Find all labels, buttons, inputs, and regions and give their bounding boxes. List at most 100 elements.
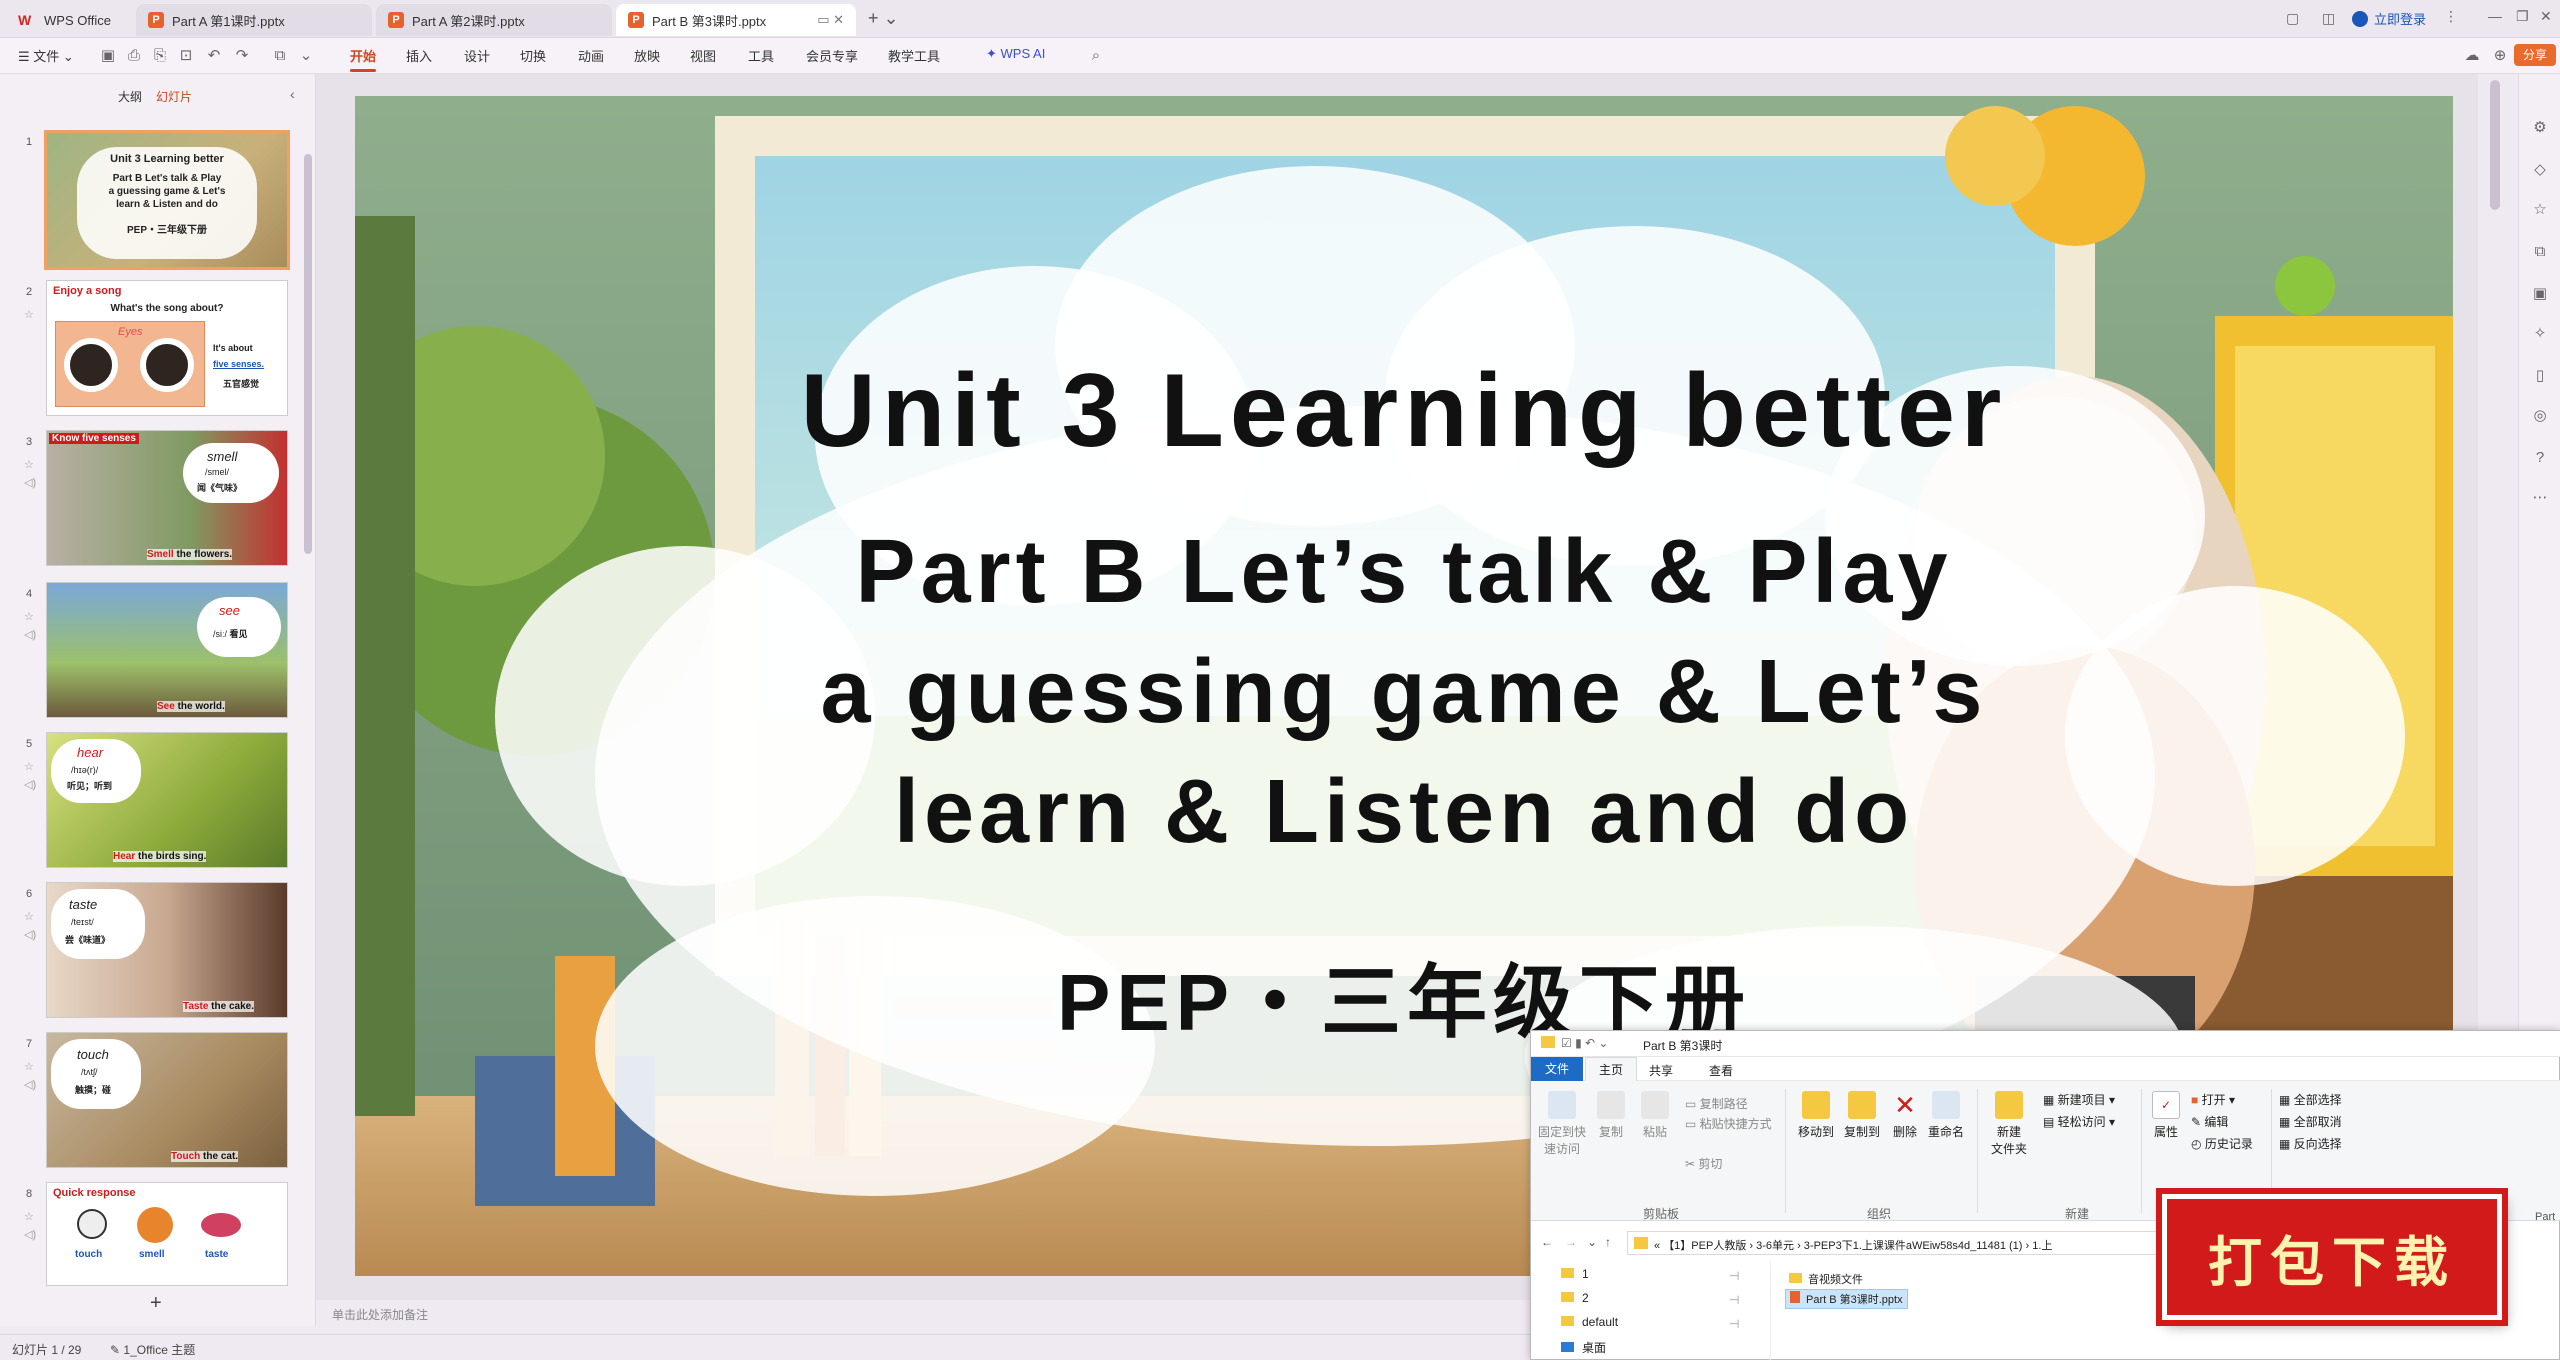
nav-item[interactable]: 2 (1561, 1291, 1589, 1305)
more-icon[interactable]: ⋯ (2530, 488, 2550, 508)
pin-button[interactable]: 固定到快 速访问 (1537, 1091, 1587, 1157)
star-icon[interactable]: ☆ (24, 458, 34, 471)
format-painter-icon[interactable]: ⧉ (270, 46, 290, 66)
login-button[interactable]: 立即登录 (2352, 9, 2426, 28)
settings-icon[interactable]: ⚙ (2530, 118, 2550, 138)
tab-wps-home[interactable]: W WPS Office (6, 4, 134, 36)
tab-home[interactable]: 开始 (350, 46, 377, 72)
tab-insert[interactable]: 插入 (406, 46, 432, 65)
slide-thumbnail-5[interactable]: hear /hɪə(r)/ 听见；听到 Hear the birds sing. (46, 732, 288, 868)
audio-icon[interactable]: ◁) (24, 476, 36, 489)
move-to-button[interactable]: 移动到 (1793, 1091, 1839, 1140)
recent-icon[interactable]: ⌄ (1587, 1235, 1597, 1249)
restore-icon[interactable]: ❐ (2516, 8, 2529, 25)
tab-outline[interactable]: 大纲 (118, 88, 142, 105)
theme-name[interactable]: ✎ 1_Office 主题 (110, 1341, 195, 1358)
star-icon[interactable]: ☆ (24, 910, 34, 923)
nav-item[interactable]: 1 (1561, 1267, 1589, 1281)
audio-icon[interactable]: ◁) (24, 1228, 36, 1241)
shapes-icon[interactable]: ◇ (2530, 160, 2550, 180)
select-all-button[interactable]: ▦ 全部选择 (2279, 1091, 2342, 1108)
notes-placeholder[interactable]: 单击此处添加备注 (332, 1306, 428, 1323)
minimize-icon[interactable]: — (2488, 8, 2502, 24)
explorer-tab-view[interactable]: 查看 (1709, 1062, 1733, 1079)
more-icon[interactable]: ⌄ (296, 46, 316, 66)
copy-to-button[interactable]: 复制到 (1839, 1091, 1885, 1140)
skin-icon[interactable]: ◫ (2322, 10, 2335, 27)
magic-icon[interactable]: ✧ (2530, 324, 2550, 344)
tab-doc-1[interactable]: P Part A 第1课时.pptx (136, 4, 372, 36)
file-menu[interactable]: ☰ 文件 ⌄ (18, 46, 74, 65)
audio-icon[interactable]: ◁) (24, 628, 36, 641)
slide-subtitle[interactable]: Part B Let’s talk & Play a guessing game… (355, 512, 2453, 872)
new-folder-button[interactable]: 新建 文件夹 (1983, 1091, 2035, 1157)
animation-icon[interactable]: ◎ (2530, 406, 2550, 426)
audio-icon[interactable]: ◁) (24, 778, 36, 791)
collaborate-icon[interactable]: ⊕ (2490, 46, 2510, 66)
slide-title[interactable]: Unit 3 Learning better (355, 352, 2453, 471)
list-item-selected[interactable]: Part B 第3课时.pptx (1785, 1289, 1908, 1309)
easy-access-button[interactable]: ▤ 轻松访问 ▾ (2043, 1113, 2115, 1130)
tab-member[interactable]: 会员专享 (806, 46, 858, 65)
tab-teaching-tools[interactable]: 教学工具 (888, 46, 940, 65)
explorer-tab-home[interactable]: 主页 (1585, 1057, 1637, 1081)
forward-icon[interactable]: → (1565, 1235, 1577, 1249)
up-icon[interactable]: ↑ (1605, 1235, 1611, 1249)
new-item-button[interactable]: ▦ 新建项目 ▾ (2043, 1091, 2115, 1108)
tab-animation[interactable]: 动画 (578, 46, 604, 65)
select-none-button[interactable]: ▦ 全部取消 (2279, 1113, 2342, 1130)
back-icon[interactable]: ← (1541, 1235, 1553, 1249)
cloud-icon[interactable]: ☁ (2462, 46, 2482, 66)
save-icon[interactable]: ▣ (98, 46, 118, 66)
audio-icon[interactable]: ◁) (24, 928, 36, 941)
help-icon[interactable]: ? (2530, 448, 2550, 468)
star-icon[interactable]: ☆ (24, 760, 34, 773)
tab-design[interactable]: 设计 (464, 46, 490, 65)
pin-icon[interactable]: ⊣ (1729, 1269, 1739, 1283)
menu-icon[interactable]: ⋮ (2444, 8, 2458, 25)
slide-thumbnail-4[interactable]: see /siː/ 看见 See the world. (46, 582, 288, 718)
slide-thumbnail-6[interactable]: taste /teɪst/ 尝《味道》 Taste the cake. (46, 882, 288, 1018)
tab-doc-3[interactable]: P Part B 第3课时.pptx ▭ ✕ (616, 4, 856, 36)
print-icon[interactable]: ⎘ (150, 46, 170, 66)
export-pdf-icon[interactable]: ⎙ (124, 46, 144, 66)
explorer-tab-file[interactable]: 文件 (1531, 1057, 1583, 1081)
collapse-panel-icon[interactable]: ‹ (290, 86, 295, 102)
image-icon[interactable]: ▣ (2530, 284, 2550, 304)
delete-button[interactable]: ✕ 删除 (1887, 1091, 1923, 1140)
editor-scrollbar[interactable] (2490, 80, 2500, 210)
star-icon[interactable]: ☆ (24, 1210, 34, 1223)
slide-thumbnail-1[interactable]: Unit 3 Learning better Part B Let's talk… (44, 130, 290, 270)
redo-icon[interactable]: ↷ (232, 46, 252, 66)
share-button[interactable]: 分享 (2514, 44, 2556, 66)
explorer-tab-share[interactable]: 共享 (1649, 1062, 1673, 1079)
copy-button[interactable]: 复制 (1591, 1091, 1631, 1140)
list-item[interactable]: 音视频文件 (1789, 1271, 1863, 1287)
copy-path-button[interactable]: ▭ 复制路径 (1685, 1095, 1748, 1112)
history-button[interactable]: ◴ 历史记录 (2191, 1135, 2253, 1152)
slide-thumbnail-8[interactable]: Quick response touch smell taste (46, 1182, 288, 1286)
search-icon[interactable]: ⌕ (1086, 46, 1106, 66)
copy-icon[interactable]: ⧉ (2530, 242, 2550, 262)
new-tab-icon[interactable]: + ⌄ (868, 8, 899, 29)
add-slide-button[interactable]: + (150, 1292, 162, 1315)
nav-item[interactable]: 桌面 (1561, 1339, 1606, 1356)
thumb-scrollbar[interactable] (304, 154, 312, 554)
wps-ai-button[interactable]: ✦ WPS AI (986, 46, 1045, 62)
slide-thumbnail-2[interactable]: Enjoy a song What's the song about? Eyes… (46, 280, 288, 416)
star-icon[interactable]: ☆ (24, 1060, 34, 1073)
pin-icon[interactable]: ⊣ (1729, 1317, 1739, 1331)
tab-tools[interactable]: 工具 (748, 46, 774, 65)
star-icon[interactable]: ☆ (2530, 200, 2550, 220)
paste-button[interactable]: 粘贴 (1635, 1091, 1675, 1140)
tab-transition[interactable]: 切换 (520, 46, 546, 65)
properties-button[interactable]: ✓ 属性 (2147, 1091, 2185, 1140)
slide-thumbnail-7[interactable]: touch /tʌtʃ/ 触摸；碰 Touch the cat. (46, 1032, 288, 1168)
close-window-icon[interactable]: ✕ (2540, 8, 2552, 25)
window-mode-icon[interactable]: ▢ (2286, 10, 2299, 27)
download-banner[interactable]: 打包下载 (2162, 1194, 2502, 1320)
undo-icon[interactable]: ↶ (204, 46, 224, 66)
star-icon[interactable]: ☆ (24, 610, 34, 623)
nav-item[interactable]: default (1561, 1315, 1618, 1329)
tab-doc-2[interactable]: P Part A 第2课时.pptx (376, 4, 612, 36)
